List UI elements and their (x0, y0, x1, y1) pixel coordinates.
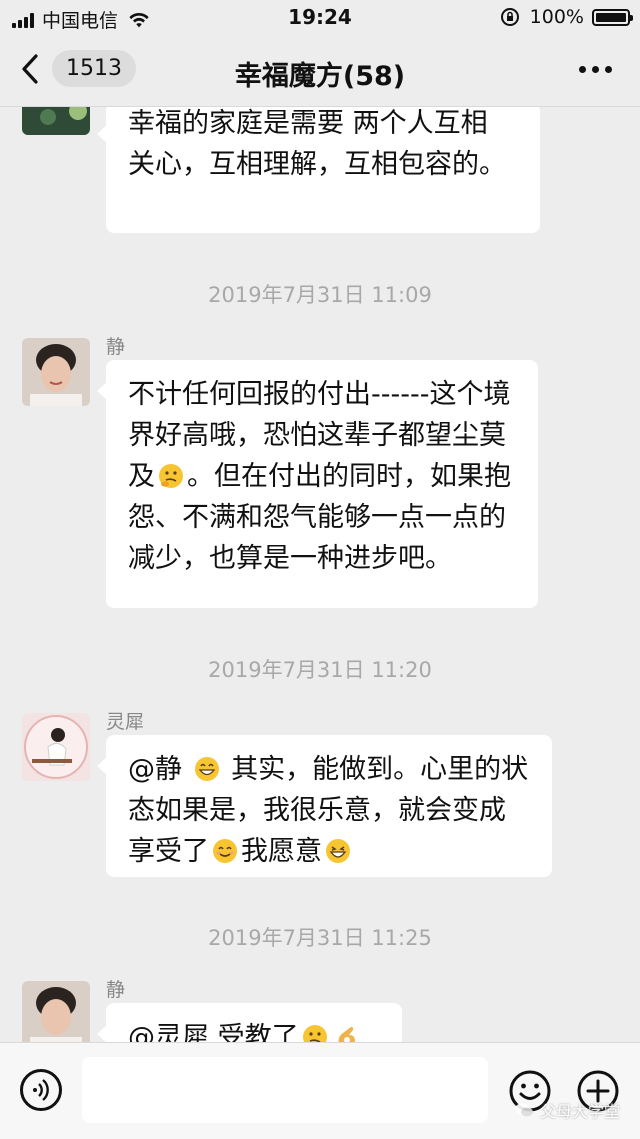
sender-name: 灵犀 (106, 711, 145, 733)
sender-name: 静 (106, 979, 126, 1001)
woman-portrait-avatar-image (22, 981, 90, 1042)
message-text: @灵犀 受教了 (128, 1017, 382, 1042)
status-right: 100% (500, 6, 633, 28)
grinning-squint-emoji-icon (326, 839, 350, 863)
avatar[interactable] (22, 338, 90, 406)
timestamp: 2019年7月31日 11:25 (208, 926, 432, 950)
flower-avatar-image (22, 107, 90, 135)
smiling-emoji-icon (213, 839, 237, 863)
watermark-text: 父母大学堂 (539, 1102, 620, 1121)
message-bubble[interactable]: 不计任何回报的付出------这个境界好高哦，恐怕这辈子都望尘莫及 。但在付出的同… (97, 360, 538, 608)
input-bar (0, 1042, 640, 1139)
sender-name: 静 (106, 336, 126, 358)
avatar[interactable] (22, 713, 90, 781)
ellipsis-icon (579, 66, 586, 73)
woman-portrait-avatar-image (22, 338, 90, 406)
chat-area[interactable]: 幸福的家庭是需要 两个人互相关心，互相理解，互相包容的。 2019年7月31日 … (0, 107, 640, 1042)
rotation-lock-icon (500, 8, 519, 26)
chat-title: 幸福魔方(58) (234, 61, 406, 92)
voice-icon (33, 1079, 49, 1101)
avatar[interactable] (22, 107, 90, 135)
message-text: 幸福的家庭是需要 两个人互相关心，互相理解，互相包容的。 (128, 108, 506, 180)
wechat-icon (514, 1103, 533, 1117)
message-input[interactable] (82, 1057, 488, 1123)
message-bubble[interactable]: @静 其实，能做到。心里的状态如果是，我很乐意，就会变成享受了 我愿意 (97, 735, 552, 877)
watermark: 父母大学堂 (514, 1098, 620, 1122)
message-text: @静 其实，能做到。心里的状态如果是，我很乐意，就会变成享受了 我愿意 (128, 754, 529, 867)
thinking-emoji-icon (302, 1025, 327, 1042)
woman-guqin-avatar-image (22, 713, 90, 781)
more-button[interactable] (579, 66, 612, 73)
avatar[interactable] (22, 981, 90, 1042)
status-bar: 中国电信 19:24 100% (0, 0, 640, 36)
voice-button[interactable] (20, 1069, 62, 1111)
message-bubble[interactable]: @灵犀 受教了 (97, 1003, 402, 1042)
nav-bar: 1513 幸福魔方(58) (0, 36, 640, 107)
timestamp: 2019年7月31日 11:09 (208, 283, 432, 307)
grinning-emoji-icon (194, 757, 219, 781)
ok-hand-emoji-icon (338, 1027, 355, 1042)
message-bubble[interactable]: 幸福的家庭是需要 两个人互相关心，互相理解，互相包容的。 (97, 107, 540, 233)
battery-percent: 100% (529, 6, 584, 28)
message-text: 不计任何回报的付出------这个境界好高哦，恐怕这辈子都望尘莫及 。但在付出的同… (128, 379, 511, 574)
thinking-emoji-icon (159, 464, 183, 488)
timestamp: 2019年7月31日 11:20 (208, 658, 432, 682)
battery-fill (596, 12, 626, 22)
battery-icon (592, 8, 633, 26)
